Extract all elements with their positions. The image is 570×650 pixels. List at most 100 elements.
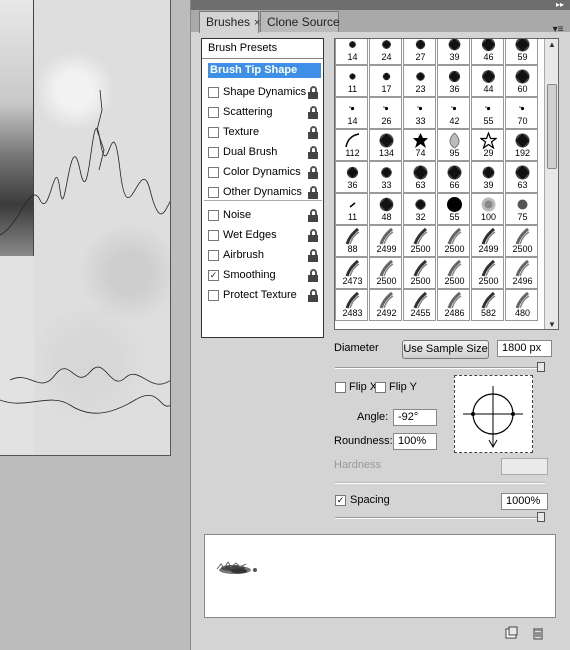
trash-icon[interactable] [531, 626, 545, 640]
brush-presets-item[interactable]: Brush Presets [202, 39, 323, 59]
option-item-scattering[interactable]: Scattering [208, 104, 321, 122]
flip-x-checkbox[interactable] [335, 382, 346, 393]
lock-icon[interactable] [307, 186, 319, 199]
option-item-wet-edges[interactable]: Wet Edges [208, 227, 321, 245]
brush-tip-cell[interactable]: 95 [437, 129, 470, 161]
brush-tip-cell[interactable]: 2500 [505, 225, 538, 257]
brush-tip-shape-item[interactable]: Brush Tip Shape [208, 63, 321, 78]
option-item-shape-dynamics[interactable]: Shape Dynamics [208, 84, 321, 102]
roundness-field[interactable]: 100% [393, 433, 437, 450]
brush-tip-cell[interactable]: 14 [335, 97, 368, 129]
brush-tip-cell[interactable]: 11 [335, 193, 368, 225]
lock-icon[interactable] [307, 289, 319, 302]
spacing-slider[interactable] [335, 517, 545, 519]
option-checkbox-shape-dynamics[interactable] [208, 87, 219, 98]
brush-tip-cell[interactable]: 60 [505, 65, 538, 97]
brush-tip-cell[interactable]: 2496 [505, 257, 538, 289]
brush-tip-cell[interactable]: 48 [369, 193, 402, 225]
brush-tip-cell[interactable]: 32 [403, 193, 436, 225]
brush-tip-cell[interactable]: 66 [437, 161, 470, 193]
lock-icon[interactable] [307, 209, 319, 222]
brush-tip-cell[interactable]: 2500 [369, 257, 402, 289]
brush-tip-cell[interactable]: 2473 [335, 257, 368, 289]
diameter-slider[interactable] [335, 367, 545, 369]
new-preset-icon[interactable] [504, 626, 518, 640]
scroll-down-icon[interactable]: ▼ [545, 319, 558, 329]
option-item-protect-texture[interactable]: Protect Texture [208, 287, 321, 305]
option-item-texture[interactable]: Texture [208, 124, 321, 142]
brush-tip-cell[interactable]: 36 [335, 161, 368, 193]
brush-tip-cell[interactable]: 2492 [369, 289, 402, 321]
angle-roundness-widget[interactable] [454, 375, 533, 453]
brush-tip-cell[interactable]: 55 [437, 193, 470, 225]
lock-icon[interactable] [307, 126, 319, 139]
brush-tip-cell[interactable]: 134 [369, 129, 402, 161]
brush-tip-cell[interactable]: 2500 [437, 225, 470, 257]
brush-tip-cell[interactable]: 11 [335, 65, 368, 97]
lock-icon[interactable] [307, 269, 319, 282]
brush-tip-cell[interactable]: 33 [403, 97, 436, 129]
brush-tip-cell[interactable]: 14 [335, 39, 368, 65]
brush-grid-scrollbar[interactable]: ▲ ▼ [544, 39, 558, 329]
option-checkbox-noise[interactable] [208, 210, 219, 221]
brush-tip-cell[interactable]: 2486 [437, 289, 470, 321]
option-item-dual-brush[interactable]: Dual Brush [208, 144, 321, 162]
brush-tip-cell[interactable]: 46 [471, 39, 504, 65]
brush-tip-cell[interactable]: 55 [471, 97, 504, 129]
double-chevron-right-icon[interactable]: ▸▸ [553, 0, 567, 10]
brush-tip-cell[interactable]: 112 [335, 129, 368, 161]
brush-tip-cell[interactable]: 2455 [403, 289, 436, 321]
brush-tip-cell[interactable]: 44 [471, 65, 504, 97]
brush-tip-cell[interactable]: 75 [505, 193, 538, 225]
brush-tip-cell[interactable]: 2500 [437, 257, 470, 289]
option-item-smoothing[interactable]: ✓ Smoothing [208, 267, 321, 285]
scroll-thumb[interactable] [547, 84, 557, 169]
spacing-field[interactable]: 1000% [501, 493, 548, 510]
option-item-color-dynamics[interactable]: Color Dynamics [208, 164, 321, 182]
brush-tip-cell[interactable]: 88 [335, 225, 368, 257]
diameter-field[interactable]: 1800 px [497, 340, 552, 357]
panel-menu-icon[interactable]: ▾≡ [551, 24, 565, 36]
brush-tip-cell[interactable]: 27 [403, 39, 436, 65]
brush-tip-cell[interactable]: 74 [403, 129, 436, 161]
brush-tip-cell[interactable]: 36 [437, 65, 470, 97]
flip-y-checkbox[interactable] [375, 382, 386, 393]
brush-tip-cell[interactable]: 2483 [335, 289, 368, 321]
lock-icon[interactable] [307, 106, 319, 119]
option-checkbox-texture[interactable] [208, 127, 219, 138]
brush-tip-cell[interactable]: 63 [505, 161, 538, 193]
panel-title-bar[interactable]: ▸▸ [191, 0, 570, 10]
document-canvas[interactable] [0, 0, 171, 456]
option-checkbox-airbrush[interactable] [208, 250, 219, 261]
option-checkbox-other-dynamics[interactable] [208, 187, 219, 198]
brush-tip-cell[interactable]: 23 [403, 65, 436, 97]
spacing-checkbox[interactable]: ✓ [335, 495, 346, 506]
spacing-slider-knob[interactable] [537, 512, 545, 522]
diameter-slider-knob[interactable] [537, 362, 545, 372]
option-checkbox-color-dynamics[interactable] [208, 167, 219, 178]
option-item-airbrush[interactable]: Airbrush [208, 247, 321, 265]
brush-tip-cell[interactable]: 33 [369, 161, 402, 193]
option-checkbox-scattering[interactable] [208, 107, 219, 118]
brush-tip-cell[interactable]: 39 [437, 39, 470, 65]
brush-tip-cell[interactable]: 2500 [403, 225, 436, 257]
brush-tip-cell[interactable]: 26 [369, 97, 402, 129]
option-checkbox-dual-brush[interactable] [208, 147, 219, 158]
brush-tip-cell[interactable]: 70 [505, 97, 538, 129]
brush-tip-cell[interactable]: 59 [505, 39, 538, 65]
lock-icon[interactable] [307, 249, 319, 262]
lock-icon[interactable] [307, 86, 319, 99]
option-item-noise[interactable]: Noise [208, 207, 321, 225]
brush-tip-cell[interactable]: 2499 [369, 225, 402, 257]
tab-clone-source[interactable]: Clone Source [260, 11, 340, 32]
option-checkbox-protect-texture[interactable] [208, 290, 219, 301]
lock-icon[interactable] [307, 166, 319, 179]
brush-tip-cell[interactable]: 2499 [471, 225, 504, 257]
tab-brushes[interactable]: Brushes × [199, 11, 260, 33]
brush-tip-cell[interactable]: 480 [505, 289, 538, 321]
brush-tip-cell[interactable]: 17 [369, 65, 402, 97]
use-sample-size-button[interactable]: Use Sample Size [402, 340, 489, 359]
brush-tip-cell[interactable]: 100 [471, 193, 504, 225]
brush-tip-cell[interactable]: 24 [369, 39, 402, 65]
brush-tip-cell[interactable]: 2500 [403, 257, 436, 289]
